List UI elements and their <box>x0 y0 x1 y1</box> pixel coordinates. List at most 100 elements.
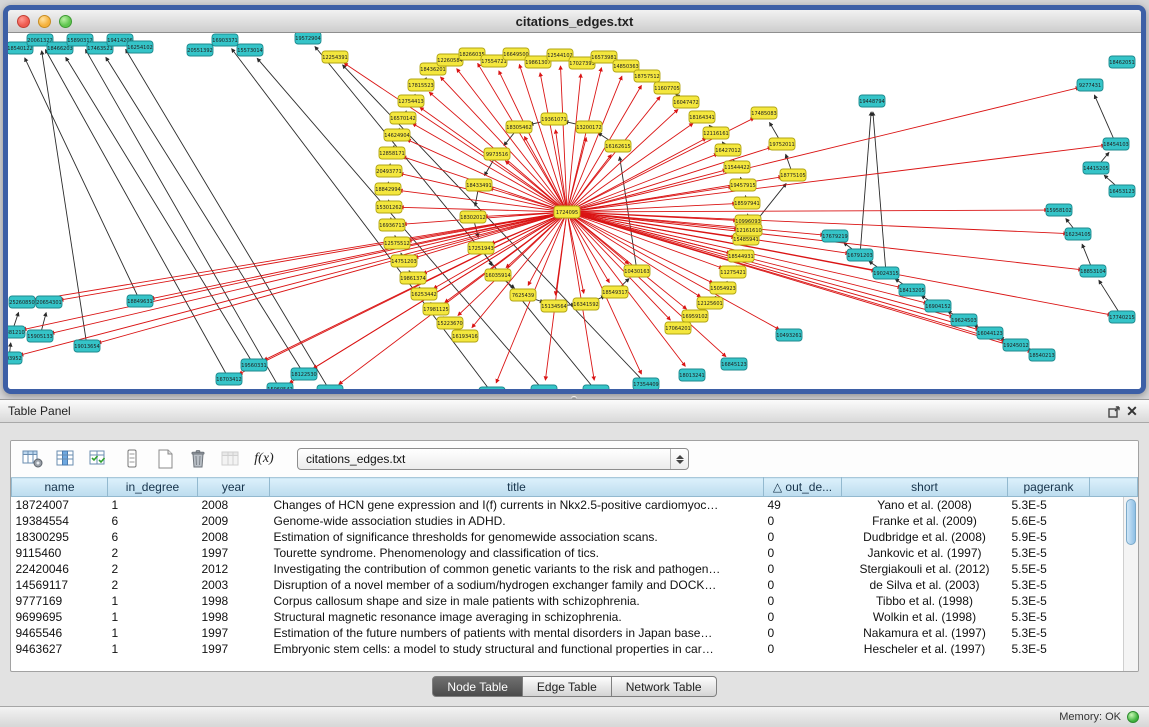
graph-node[interactable]: 15134505 <box>583 385 609 389</box>
graph-node[interactable]: 17679219 <box>822 230 848 242</box>
graph-node[interactable]: 18540213 <box>1029 349 1055 361</box>
graph-node[interactable]: 18853104 <box>1080 265 1106 277</box>
column-header-short[interactable]: short <box>842 478 1008 497</box>
graph-node[interactable]: 16904152 <box>925 300 951 312</box>
graph-node[interactable]: 14751203 <box>391 255 417 267</box>
graph-node[interactable]: 20654301 <box>36 296 62 308</box>
graph-node[interactable]: 16903371 <box>212 34 238 46</box>
table-settings-icon[interactable] <box>19 446 47 472</box>
import-table-icon[interactable] <box>217 446 245 472</box>
graph-node[interactable]: 19861374 <box>400 272 426 284</box>
graph-node[interactable]: 17354409 <box>633 378 659 389</box>
graph-node[interactable]: 15060542 <box>267 383 293 389</box>
column-header-in_degree[interactable]: in_degree <box>108 478 198 497</box>
vertical-scrollbar[interactable] <box>1123 497 1138 671</box>
graph-node[interactable]: 9277431 <box>1077 79 1103 91</box>
graph-node[interactable]: 15134564 <box>541 300 567 312</box>
graph-node[interactable]: 19560331 <box>241 359 267 371</box>
graph-node[interactable]: 19624503 <box>951 314 977 326</box>
graph-node[interactable]: 14415205 <box>1083 162 1109 174</box>
graph-node[interactable]: 12254391 <box>322 51 348 63</box>
table-row[interactable]: 911546021997Tourette syndrome. Phenomeno… <box>12 545 1138 561</box>
scrollbar-thumb[interactable] <box>1126 499 1136 545</box>
table-row[interactable]: 1938455462009Genome-wide association stu… <box>12 513 1138 529</box>
zoom-window-icon[interactable] <box>59 15 72 28</box>
graph-edge[interactable] <box>567 210 1048 212</box>
table-row[interactable]: 946554611997Estimation of the future num… <box>12 625 1138 641</box>
graph-node[interactable]: 15301262 <box>376 201 402 213</box>
graph-node[interactable]: 25260850 <box>9 296 35 308</box>
graph-node[interactable]: 12858171 <box>379 147 405 159</box>
graph-node[interactable]: 11275421 <box>720 266 746 278</box>
graph-node[interactable]: 16044123 <box>977 327 1003 339</box>
table-row[interactable]: 969969511998Structural magnetic resonanc… <box>12 609 1138 625</box>
graph-node[interactable]: 9973516 <box>484 148 510 160</box>
graph-node[interactable]: 15223670 <box>437 317 463 329</box>
graph-edge[interactable] <box>1094 95 1116 144</box>
show-columns-icon[interactable] <box>52 446 80 472</box>
graph-node[interactable]: 15905133 <box>27 330 53 342</box>
graph-edge[interactable] <box>567 88 1079 212</box>
graph-node[interactable]: 19361071 <box>541 113 567 125</box>
graph-node[interactable]: 15054923 <box>710 282 736 294</box>
row-view-icon[interactable] <box>118 446 146 472</box>
graph-node[interactable]: 15958102 <box>1046 204 1072 216</box>
graph-node[interactable]: 16253442 <box>411 288 437 300</box>
table-row[interactable]: 977716911998Corpus callosum shape and si… <box>12 593 1138 609</box>
window-titlebar[interactable]: citations_edges.txt <box>8 10 1141 33</box>
graph-node[interactable]: 17251943 <box>468 242 494 254</box>
graph-node[interactable]: 19572904 <box>295 33 321 44</box>
table-select-dropdown[interactable]: citations_edges.txt <box>297 448 689 470</box>
graph-node[interactable]: 16047472 <box>673 96 699 108</box>
graph-node[interactable]: 17064201 <box>665 322 691 334</box>
graph-edge[interactable] <box>20 212 567 355</box>
graph-node[interactable]: 18757512 <box>634 70 660 82</box>
graph-node[interactable]: 12575512 <box>384 237 410 249</box>
graph-node[interactable]: 15573014 <box>237 44 263 56</box>
graph-node[interactable]: 17203952 <box>8 352 22 364</box>
tab-network-table[interactable]: Network Table <box>612 676 717 697</box>
table-row[interactable]: 1830029562008Estimation of significance … <box>12 529 1138 545</box>
graph-node[interactable]: 17981125 <box>423 303 449 315</box>
graph-edge[interactable] <box>151 212 567 299</box>
graph-node[interactable]: 19843065 <box>531 385 557 389</box>
graph-node[interactable]: 18013241 <box>679 369 705 381</box>
graph-node[interactable]: 10493261 <box>776 329 802 341</box>
graph-node[interactable]: 16162615 <box>605 140 631 152</box>
graph-node[interactable]: 20493771 <box>376 165 402 177</box>
graph-node[interactable]: 18597941 <box>734 197 760 209</box>
graph-edge[interactable] <box>505 161 567 212</box>
graph-node[interactable]: 18549317 <box>602 286 628 298</box>
graph-node[interactable]: 10430163 <box>624 265 650 277</box>
graph-node[interactable]: 16570142 <box>390 112 416 124</box>
edit-columns-icon[interactable] <box>85 446 113 472</box>
graph-node[interactable]: 16703412 <box>216 373 242 385</box>
graph-node[interactable]: 11544422 <box>724 161 750 173</box>
table-row[interactable]: 946362711997Embryonic stem cells: a mode… <box>12 641 1138 657</box>
graph-node[interactable]: 17815523 <box>408 79 434 91</box>
graph-node[interactable]: 12754413 <box>398 95 424 107</box>
graph-node[interactable]: 19752011 <box>769 138 795 150</box>
column-header-out_de[interactable]: △ out_de... <box>764 478 842 497</box>
table-row[interactable]: 2242004622012Investigating the contribut… <box>12 561 1138 577</box>
graph-node[interactable]: 16959102 <box>682 310 708 322</box>
graph-node[interactable]: 18775105 <box>780 169 806 181</box>
table-row[interactable]: 1872400712008Changes of HCN gene express… <box>12 497 1138 513</box>
graph-node[interactable]: 16193416 <box>452 330 478 342</box>
graph-node[interactable]: 16254102 <box>127 41 153 53</box>
graph-edge[interactable] <box>45 50 229 379</box>
graph-node[interactable]: 16035914 <box>485 269 511 281</box>
graph-node[interactable]: 16504231 <box>479 387 505 389</box>
graph-node[interactable]: 18544931 <box>728 250 754 262</box>
graph-edge[interactable] <box>25 58 140 301</box>
graph-node[interactable]: 19457915 <box>730 179 756 191</box>
column-header-name[interactable]: name <box>12 478 108 497</box>
graph-node[interactable]: 16453123 <box>1109 185 1135 197</box>
network-canvas-area[interactable]: 1724095184362011781552312754413165701421… <box>8 33 1141 389</box>
graph-node[interactable]: 16427012 <box>715 144 741 156</box>
graph-node[interactable]: 19013654 <box>74 340 100 352</box>
graph-edge[interactable] <box>567 212 594 380</box>
graph-node[interactable]: 19024315 <box>873 267 899 279</box>
graph-node[interactable]: 19245012 <box>1003 339 1029 351</box>
graph-node[interactable]: 18842994 <box>375 183 401 195</box>
